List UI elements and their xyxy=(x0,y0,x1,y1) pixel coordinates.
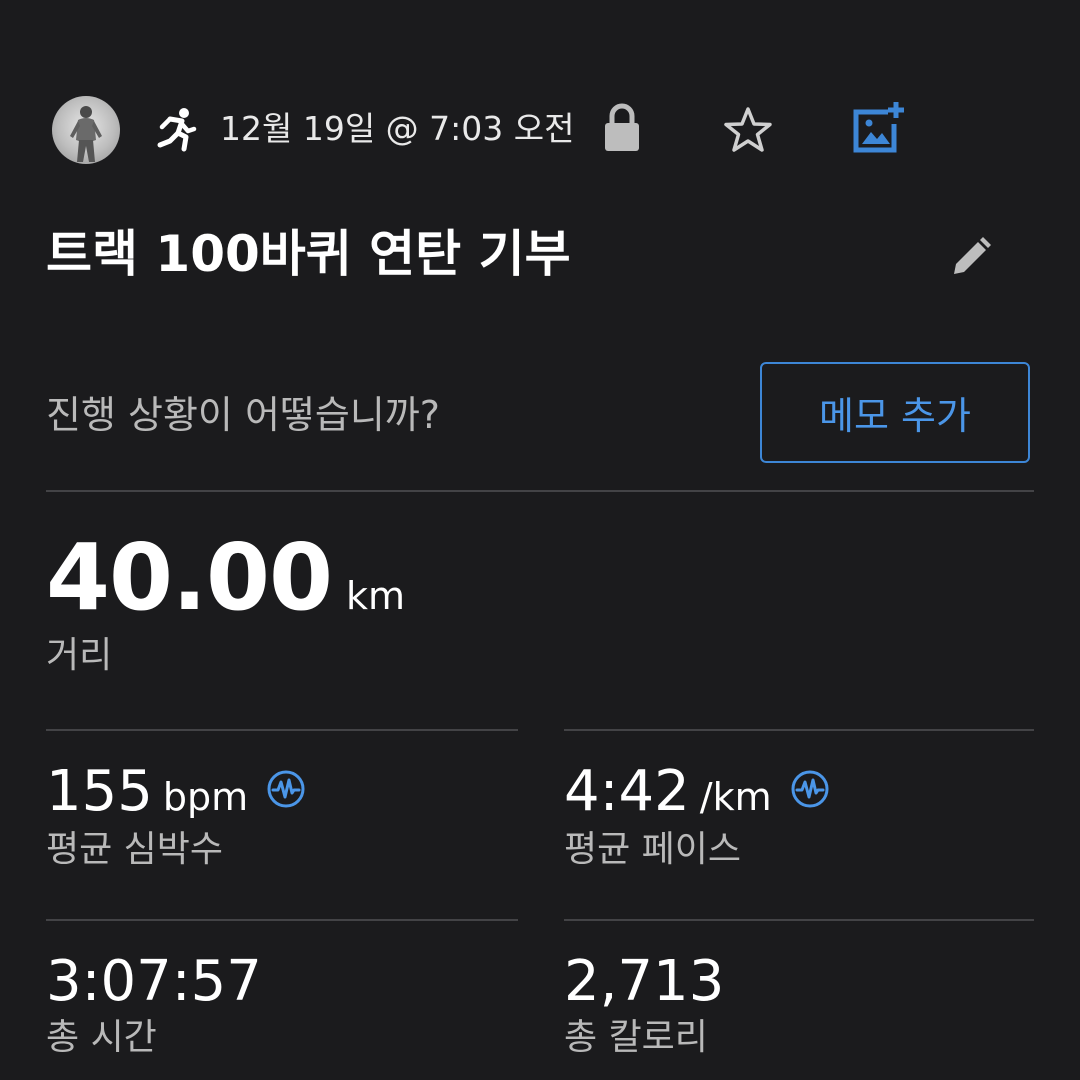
avatar[interactable] xyxy=(52,96,120,164)
total-time-label: 총 시간 xyxy=(46,1017,157,1058)
avg-heart-rate-value-group: 155 bpm xyxy=(46,760,306,829)
total-time-value: 3:07:57 xyxy=(46,949,262,1014)
divider xyxy=(564,919,1034,921)
divider xyxy=(564,729,1034,731)
activity-title: 트랙 100바퀴 연탄 기부 xyxy=(46,225,571,283)
pace-badge-icon[interactable] xyxy=(790,769,830,809)
add-photo-icon[interactable] xyxy=(850,100,906,156)
avg-heart-rate-label: 평균 심박수 xyxy=(46,829,224,870)
divider xyxy=(46,490,1034,492)
running-icon xyxy=(150,105,198,153)
edit-pencil-icon[interactable] xyxy=(948,234,994,280)
distance-unit: km xyxy=(346,574,406,618)
activity-date-time: 12월 19일 @ 7:03 오전 xyxy=(220,109,575,148)
divider xyxy=(46,919,518,921)
avg-heart-rate-unit: bpm xyxy=(162,775,249,819)
total-calories-value-group: 2,713 xyxy=(564,950,724,1014)
total-calories-value: 2,713 xyxy=(564,949,725,1014)
divider xyxy=(46,729,518,731)
distance-label: 거리 xyxy=(46,635,113,676)
star-icon[interactable] xyxy=(722,104,774,156)
avg-pace-value: 4:42 xyxy=(564,759,690,824)
distance-value-group: 40.00 km xyxy=(46,528,405,646)
avatar-figure xyxy=(70,106,102,162)
heart-rate-badge-icon[interactable] xyxy=(266,769,306,809)
lock-icon[interactable] xyxy=(602,103,642,153)
avg-pace-unit: /km xyxy=(699,775,772,819)
total-time-value-group: 3:07:57 xyxy=(46,950,262,1014)
add-memo-button[interactable]: 메모 추가 xyxy=(760,362,1030,463)
avg-heart-rate-value: 155 xyxy=(46,759,153,824)
note-prompt[interactable]: 진행 상황이 어떻습니까? xyxy=(46,390,440,440)
distance-value: 40.00 xyxy=(46,524,333,631)
total-calories-label: 총 칼로리 xyxy=(564,1017,708,1058)
avg-pace-value-group: 4:42 /km xyxy=(564,760,830,829)
avg-pace-label: 평균 페이스 xyxy=(564,829,742,870)
